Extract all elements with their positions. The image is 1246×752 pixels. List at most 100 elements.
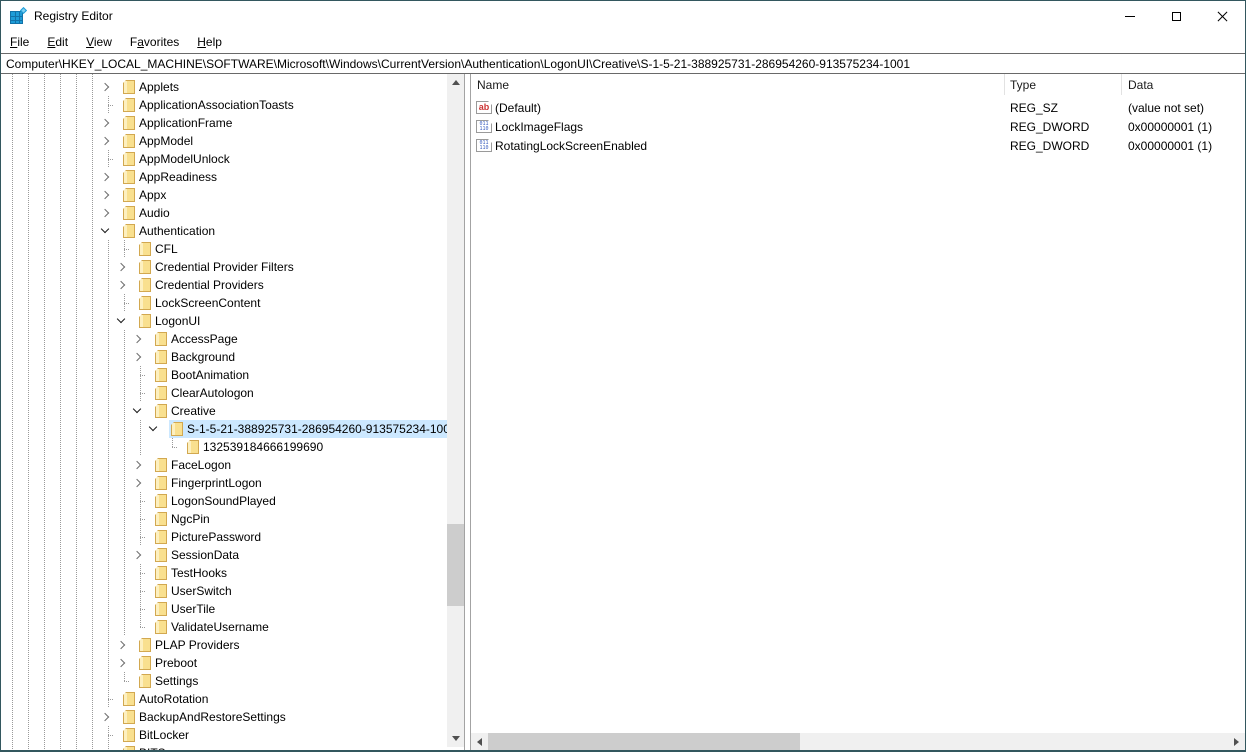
tree-item[interactable]: ApplicationAssociationToasts bbox=[1, 96, 447, 114]
folder-icon bbox=[123, 134, 135, 148]
address-bar[interactable]: Computer\HKEY_LOCAL_MACHINE\SOFTWARE\Mic… bbox=[1, 53, 1245, 74]
tree-item[interactable]: CFL bbox=[1, 240, 447, 258]
menu-item-edit[interactable]: Edit bbox=[38, 32, 77, 52]
tree-item[interactable]: SessionData bbox=[1, 546, 447, 564]
chevron-right-icon[interactable] bbox=[132, 460, 142, 470]
tree-item[interactable]: AppReadiness bbox=[1, 168, 447, 186]
tree-item[interactable]: BackupAndRestoreSettings bbox=[1, 708, 447, 726]
tree-item-label: UserSwitch bbox=[171, 584, 232, 598]
tree-item[interactable]: ValidateUsername bbox=[1, 618, 447, 636]
tree-item[interactable]: Background bbox=[1, 348, 447, 366]
menu-item-view[interactable]: View bbox=[77, 32, 121, 52]
folder-icon bbox=[139, 656, 151, 670]
registry-value-row[interactable]: 011 110 LockImageFlags REG_DWORD 0x00000001 … bbox=[471, 117, 1245, 136]
column-header-type[interactable]: Type bbox=[1005, 74, 1122, 95]
tree-item-label: AppModel bbox=[139, 134, 194, 148]
chevron-right-icon[interactable] bbox=[100, 136, 110, 146]
tree-vertical-scrollbar[interactable] bbox=[447, 74, 464, 747]
chevron-down-icon[interactable] bbox=[132, 404, 142, 414]
chevron-down-icon[interactable] bbox=[100, 224, 110, 234]
tree-item[interactable]: Appx bbox=[1, 186, 447, 204]
tree-item[interactable]: Creative bbox=[1, 402, 447, 420]
tree-item[interactable]: Settings bbox=[1, 672, 447, 690]
chevron-down-icon[interactable] bbox=[116, 314, 126, 324]
chevron-right-icon[interactable] bbox=[100, 712, 110, 722]
tree-item[interactable]: LogonSoundPlayed bbox=[1, 492, 447, 510]
scroll-up-button[interactable] bbox=[447, 74, 464, 91]
chevron-right-icon[interactable] bbox=[100, 82, 110, 92]
tree-item[interactable]: LockScreenContent bbox=[1, 294, 447, 312]
tree-item[interactable]: UserTile bbox=[1, 600, 447, 618]
app-icon-grid bbox=[10, 11, 23, 24]
tree-item-label: BackupAndRestoreSettings bbox=[139, 710, 286, 724]
values-horizontal-scrollbar[interactable] bbox=[471, 733, 1245, 750]
tree-item[interactable]: NgcPin bbox=[1, 510, 447, 528]
tree-item[interactable]: PicturePassword bbox=[1, 528, 447, 546]
tree-item[interactable]: AutoRotation bbox=[1, 690, 447, 708]
chevron-right-icon[interactable] bbox=[132, 352, 142, 362]
tree-item[interactable]: Credential Providers bbox=[1, 276, 447, 294]
chevron-right-icon[interactable] bbox=[132, 478, 142, 488]
tree-item[interactable]: PLAP Providers bbox=[1, 636, 447, 654]
tree-item[interactable]: Applets bbox=[1, 78, 447, 96]
chevron-right-icon[interactable] bbox=[100, 172, 110, 182]
chevron-right-icon[interactable] bbox=[116, 640, 126, 650]
close-icon bbox=[1217, 11, 1228, 22]
registry-value-row[interactable]: ab (Default) REG_SZ (value not set) bbox=[471, 98, 1245, 117]
chevron-down-icon[interactable] bbox=[148, 422, 158, 432]
folder-icon bbox=[123, 170, 135, 184]
tree-item[interactable]: 132539184666199690 bbox=[1, 438, 447, 456]
chevron-right-icon[interactable] bbox=[100, 190, 110, 200]
chevron-right-icon[interactable] bbox=[116, 262, 126, 272]
tree-item[interactable]: Authentication bbox=[1, 222, 447, 240]
tree-item[interactable]: AccessPage bbox=[1, 330, 447, 348]
tree-item[interactable]: ApplicationFrame bbox=[1, 114, 447, 132]
close-button[interactable] bbox=[1199, 1, 1245, 31]
values-list: ab (Default) REG_SZ (value not set) 011 110 Lo… bbox=[471, 98, 1245, 155]
tree-item[interactable]: AppModel bbox=[1, 132, 447, 150]
tree-item[interactable]: TestHooks bbox=[1, 564, 447, 582]
value-type: REG_DWORD bbox=[1010, 138, 1090, 153]
tree-item[interactable]: S-1-5-21-388925731-286954260-913575234-1… bbox=[1, 420, 447, 438]
column-header-name[interactable]: Name bbox=[471, 74, 1005, 95]
chevron-right-icon[interactable] bbox=[100, 208, 110, 218]
menu-item-favorites[interactable]: Favorites bbox=[121, 32, 188, 52]
minimize-button[interactable] bbox=[1107, 1, 1153, 31]
tree-item[interactable]: LogonUI bbox=[1, 312, 447, 330]
chevron-right-icon[interactable] bbox=[100, 118, 110, 128]
tree-item-label: Creative bbox=[171, 404, 216, 418]
values-scrollbar-thumb[interactable] bbox=[488, 733, 800, 750]
column-header-data[interactable]: Data bbox=[1122, 74, 1245, 95]
chevron-right-icon[interactable] bbox=[116, 280, 126, 290]
tree-item[interactable]: BITS bbox=[1, 744, 447, 750]
menu-item-file[interactable]: File bbox=[1, 32, 38, 52]
tree-item[interactable]: AppModelUnlock bbox=[1, 150, 447, 168]
scroll-right-button[interactable] bbox=[1228, 733, 1245, 750]
tree-item[interactable]: BitLocker bbox=[1, 726, 447, 744]
tree-item-label: BITS bbox=[139, 746, 166, 750]
scroll-left-button[interactable] bbox=[471, 733, 488, 750]
menu-item-help[interactable]: Help bbox=[188, 32, 231, 52]
registry-value-row[interactable]: 011 110 RotatingLockScreenEnabled REG_DWORD… bbox=[471, 136, 1245, 155]
tree-item[interactable]: FingerprintLogon bbox=[1, 474, 447, 492]
chevron-right-icon[interactable] bbox=[132, 334, 142, 344]
tree-item[interactable]: BootAnimation bbox=[1, 366, 447, 384]
tree-item[interactable]: Preboot bbox=[1, 654, 447, 672]
registry-values-pane: Name Type Data ab (Default) REG_SZ (value n… bbox=[470, 74, 1245, 750]
tree-item[interactable]: UserSwitch bbox=[1, 582, 447, 600]
tree-item[interactable]: FaceLogon bbox=[1, 456, 447, 474]
scroll-down-button[interactable] bbox=[447, 730, 464, 747]
tree-scrollbar-thumb[interactable] bbox=[447, 524, 464, 606]
chevron-right-icon[interactable] bbox=[116, 658, 126, 668]
tree-item-label: Applets bbox=[139, 80, 180, 94]
tree-item-label: ApplicationFrame bbox=[139, 116, 233, 130]
tree-item-label: Settings bbox=[155, 674, 199, 688]
tree-item[interactable]: Audio bbox=[1, 204, 447, 222]
maximize-button[interactable] bbox=[1153, 1, 1199, 31]
folder-icon bbox=[123, 188, 135, 202]
tree-item[interactable]: ClearAutologon bbox=[1, 384, 447, 402]
value-data: 0x00000001 (1) bbox=[1128, 138, 1213, 153]
tree-item[interactable]: Credential Provider Filters bbox=[1, 258, 447, 276]
chevron-right-icon[interactable] bbox=[132, 550, 142, 560]
value-type: REG_DWORD bbox=[1010, 119, 1090, 134]
